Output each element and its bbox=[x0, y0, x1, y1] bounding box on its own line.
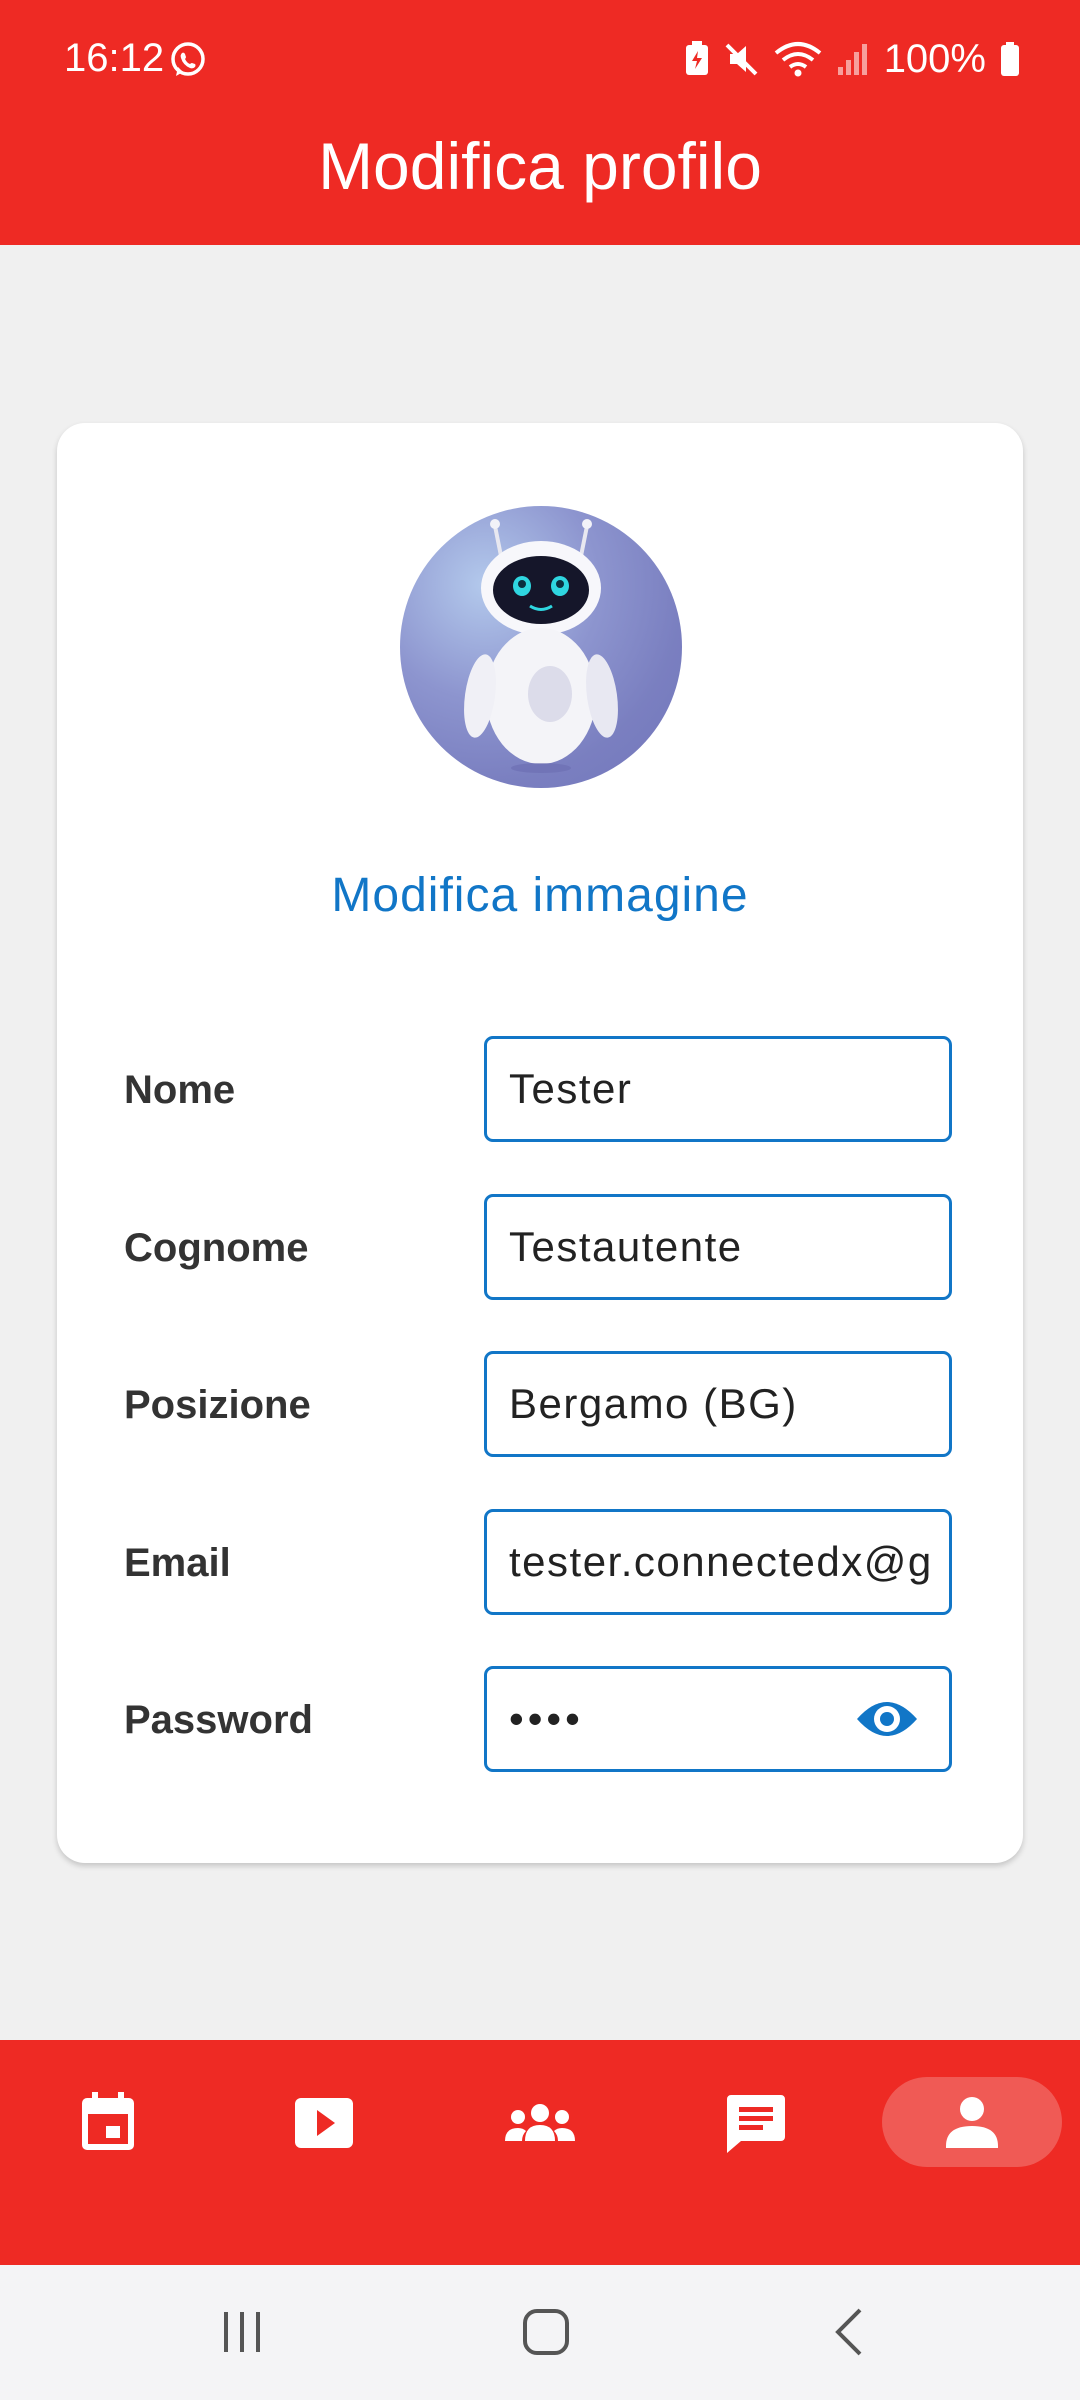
cognome-input[interactable]: Testautente bbox=[484, 1194, 952, 1300]
battery-saver-icon bbox=[685, 41, 708, 75]
eye-icon[interactable] bbox=[855, 1693, 919, 1745]
cognome-value: Testautente bbox=[509, 1223, 743, 1270]
status-icons: 100% bbox=[684, 34, 1020, 84]
label-email: Email bbox=[124, 1541, 231, 1585]
password-value: •••• bbox=[509, 1695, 584, 1742]
nav-item-profile[interactable] bbox=[864, 2040, 1080, 2265]
nav-item-community[interactable] bbox=[432, 2040, 648, 2265]
label-nome: Nome bbox=[124, 1068, 236, 1112]
label-posizione: Posizione bbox=[124, 1383, 311, 1427]
nome-input[interactable]: Tester bbox=[484, 1036, 952, 1142]
battery-icon bbox=[1001, 42, 1019, 76]
recents-icon[interactable] bbox=[220, 2310, 264, 2354]
calendar-icon bbox=[82, 2092, 134, 2150]
robot-avatar-icon bbox=[464, 519, 618, 773]
app-bar: 16:12 100% Modifica profilo bbox=[0, 0, 1080, 245]
back-icon[interactable] bbox=[832, 2307, 866, 2357]
nav-item-calendar[interactable] bbox=[0, 2040, 216, 2265]
nome-value: Tester bbox=[509, 1065, 633, 1112]
edit-image-link[interactable]: Modifica immagine bbox=[0, 868, 1080, 923]
profile-avatar[interactable] bbox=[400, 506, 682, 788]
password-input[interactable]: •••• bbox=[484, 1666, 952, 1772]
status-time: 16:12 bbox=[64, 36, 165, 80]
system-nav-bar bbox=[0, 2265, 1080, 2400]
group-icon bbox=[505, 2104, 575, 2141]
email-value: tester.connectedx@g bbox=[509, 1538, 933, 1585]
chat-icon bbox=[727, 2095, 785, 2153]
nav-item-messages[interactable] bbox=[648, 2040, 864, 2265]
posizione-input[interactable]: Bergamo (BG) bbox=[484, 1351, 952, 1457]
nav-item-videos[interactable] bbox=[216, 2040, 432, 2265]
email-input[interactable]: tester.connectedx@g bbox=[484, 1509, 952, 1615]
home-icon[interactable] bbox=[522, 2308, 570, 2356]
play-video-icon bbox=[295, 2098, 353, 2148]
person-icon bbox=[946, 2097, 998, 2148]
signal-icon bbox=[837, 44, 867, 75]
label-password: Password bbox=[124, 1698, 313, 1742]
bottom-nav bbox=[0, 2040, 1080, 2265]
label-cognome: Cognome bbox=[124, 1226, 309, 1270]
battery-percentage: 100% bbox=[883, 36, 986, 81]
whatsapp-icon bbox=[171, 42, 205, 76]
mute-icon bbox=[725, 43, 758, 76]
wifi-icon bbox=[774, 42, 821, 77]
page-title: Modifica profilo bbox=[318, 129, 762, 203]
posizione-value: Bergamo (BG) bbox=[509, 1380, 798, 1427]
